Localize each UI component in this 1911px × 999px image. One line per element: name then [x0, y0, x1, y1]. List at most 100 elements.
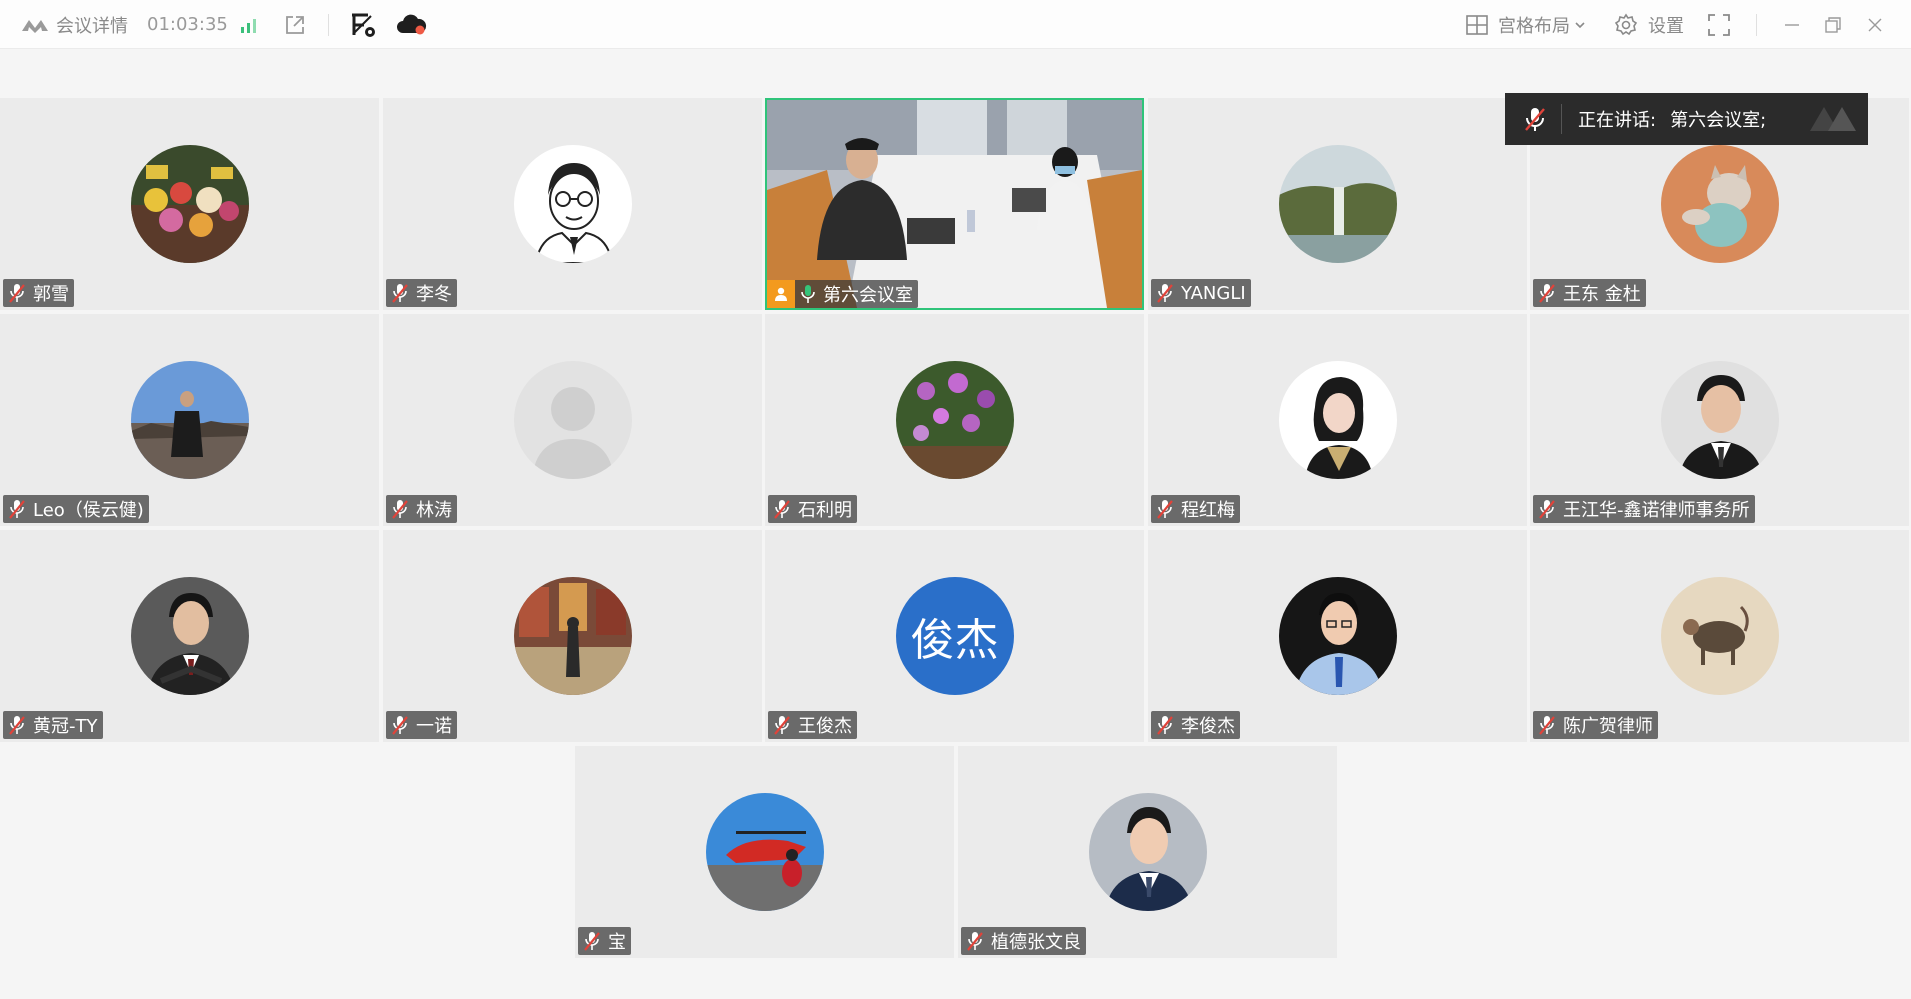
grid-layout-icon: [1466, 14, 1488, 35]
muted-mic-icon: [772, 714, 792, 736]
participant-name-tag: 植德张文良: [961, 927, 1086, 955]
participant-name: 李冬: [416, 284, 452, 305]
grid-layout-label: 宫格布局: [1498, 15, 1570, 37]
meeting-duration: 01:03:35: [147, 14, 228, 35]
muted-mic-icon: [7, 498, 27, 520]
tencent-meeting-logo-icon: [22, 19, 48, 33]
participant-name-tag: 王东 金杜: [1533, 279, 1646, 307]
participant-name: 程红梅: [1181, 500, 1235, 521]
participant-name: 郭雪: [33, 284, 69, 305]
avatar: [513, 577, 632, 695]
participant-name: 李俊杰: [1181, 716, 1235, 737]
muted-mic-icon: [772, 498, 792, 520]
muted-mic-icon: [582, 930, 602, 952]
avatar: [1660, 145, 1779, 263]
avatar: 俊杰: [895, 577, 1014, 695]
participant-tile[interactable]: 第六会议室: [765, 98, 1144, 310]
participant-name-tag: 李冬: [386, 279, 457, 307]
participant-tile[interactable]: 陈广贺律师: [1530, 530, 1909, 742]
chevron-down-icon: [1575, 21, 1585, 28]
participant-tile[interactable]: 黄冠-TY: [0, 530, 379, 742]
annotation-icon[interactable]: [349, 0, 377, 49]
video-grid: 郭雪 李冬 第六会议室 YANGLI 王东 金杜 Leo（侯云健) 林涛 石利明 程红梅 王江华-…: [0, 98, 1911, 960]
participant-tile[interactable]: 王江华-鑫诺律师事务所: [1530, 314, 1909, 526]
participant-tile[interactable]: 林涛: [383, 314, 762, 526]
muted-mic-icon: [7, 714, 27, 736]
minimize-icon[interactable]: [1783, 0, 1801, 49]
participant-name-tag: 程红梅: [1151, 495, 1240, 523]
fullscreen-icon[interactable]: [1708, 0, 1730, 49]
participant-tile[interactable]: 石利明: [765, 314, 1144, 526]
participant-name: 黄冠-TY: [33, 716, 98, 737]
speaking-prefix: 正在讲话:: [1578, 110, 1657, 131]
muted-mic-icon: [1155, 498, 1175, 520]
participant-tile[interactable]: 郭雪: [0, 98, 379, 310]
avatar: [1278, 361, 1397, 479]
title-bar: 会议详情 01:03:35 宫格布局 设置: [0, 0, 1911, 49]
participant-name: 石利明: [798, 500, 852, 521]
participant-name-tag: 宝: [578, 927, 631, 955]
muted-mic-icon: [1525, 108, 1545, 131]
camera-video-feed: [767, 100, 1142, 308]
participant-tile[interactable]: 程红梅: [1148, 314, 1527, 526]
avatar: [130, 361, 249, 479]
muted-mic-icon: [390, 282, 410, 304]
close-icon[interactable]: [1866, 0, 1884, 49]
participant-tile[interactable]: 俊杰王俊杰: [765, 530, 1144, 742]
avatar: [1660, 577, 1779, 695]
muted-mic-icon: [1155, 714, 1175, 736]
cloud-recording-icon[interactable]: [395, 0, 427, 49]
muted-mic-icon: [1155, 282, 1175, 304]
participant-name-tag: 林涛: [386, 495, 457, 523]
participant-tile[interactable]: Leo（侯云健): [0, 314, 379, 526]
participant-tile[interactable]: 植德张文良: [958, 746, 1337, 958]
muted-mic-icon: [1537, 498, 1557, 520]
participant-name: 王江华-鑫诺律师事务所: [1563, 500, 1750, 521]
participant-name-tag: 第六会议室: [767, 280, 918, 308]
gear-icon: [1614, 13, 1638, 35]
participant-name: 林涛: [416, 500, 452, 521]
participant-tile[interactable]: YANGLI: [1148, 98, 1527, 310]
participant-name: 宝: [608, 932, 626, 953]
avatar: [513, 145, 632, 263]
signal-strength-icon[interactable]: [240, 0, 258, 49]
avatar: [513, 361, 632, 479]
avatar: [1278, 145, 1397, 263]
participant-tile[interactable]: 一诺: [383, 530, 762, 742]
avatar: [705, 793, 824, 911]
speaking-name: 第六会议室;: [1670, 110, 1767, 131]
divider: [1561, 104, 1562, 134]
participant-tile[interactable]: 李冬: [383, 98, 762, 310]
meeting-details-button[interactable]: 会议详情: [20, 0, 128, 49]
participant-name-tag: 陈广贺律师: [1533, 711, 1658, 739]
avatar: [130, 577, 249, 695]
toolbar-divider: [328, 14, 329, 36]
avatar: [1088, 793, 1207, 911]
participant-name: 陈广贺律师: [1563, 716, 1653, 737]
settings-label: 设置: [1648, 15, 1684, 37]
participant-name: YANGLI: [1181, 282, 1246, 304]
participant-name-tag: 一诺: [386, 711, 457, 739]
meeting-details-label: 会议详情: [56, 15, 128, 37]
restore-window-icon[interactable]: [1824, 0, 1842, 49]
participant-name-tag: Leo（侯云健): [3, 495, 149, 523]
participant-name: 王东 金杜: [1563, 284, 1641, 305]
participant-name-tag: 王江华-鑫诺律师事务所: [1533, 495, 1755, 523]
participant-name-tag: 黄冠-TY: [3, 711, 103, 739]
settings-button[interactable]: 设置: [1614, 0, 1684, 49]
muted-mic-icon: [390, 498, 410, 520]
avatar: [1660, 361, 1779, 479]
participant-name-tag: 石利明: [768, 495, 857, 523]
muted-mic-icon: [7, 282, 27, 304]
participant-tile[interactable]: 李俊杰: [1148, 530, 1527, 742]
avatar: [895, 361, 1014, 479]
participant-tile[interactable]: 宝: [575, 746, 954, 958]
participant-name-tag: 李俊杰: [1151, 711, 1240, 739]
participant-name: 王俊杰: [798, 716, 852, 737]
grid-layout-button[interactable]: 宫格布局: [1466, 0, 1586, 49]
participant-name: 一诺: [416, 716, 452, 737]
participant-name: Leo（侯云健): [33, 500, 144, 521]
participant-name-tag: 王俊杰: [768, 711, 857, 739]
muted-mic-icon: [1537, 714, 1557, 736]
share-link-icon[interactable]: [284, 0, 306, 49]
